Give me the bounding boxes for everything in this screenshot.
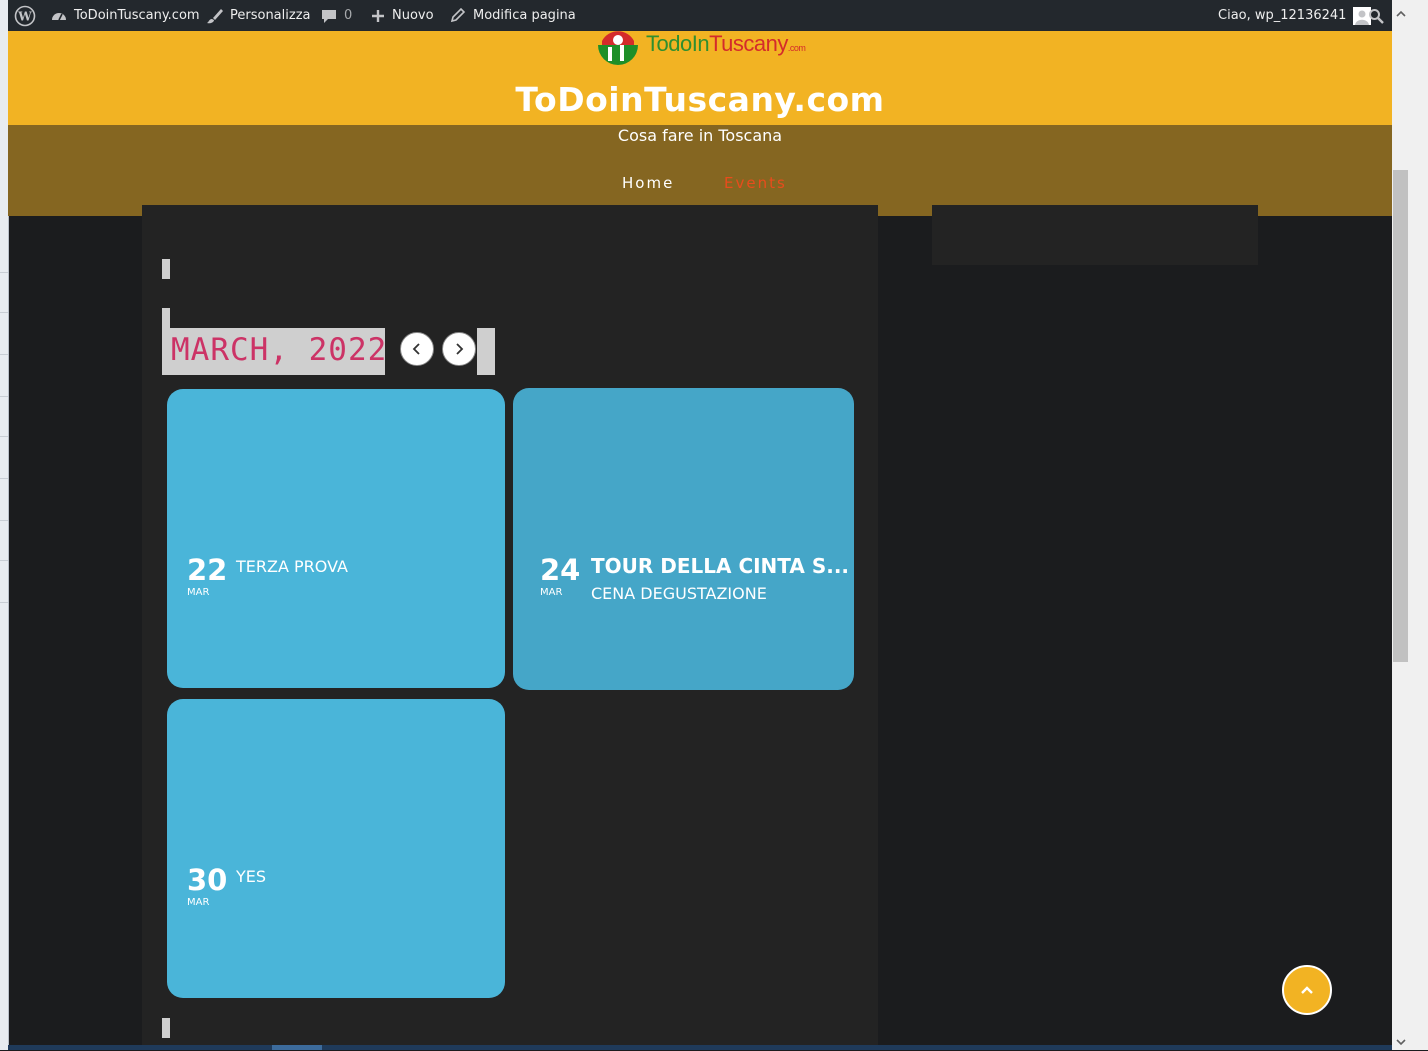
site-name-link[interactable]: ToDoinTuscany.com [50, 0, 200, 31]
logo-text-com: .com [787, 43, 806, 53]
scroll-down-icon[interactable] [1395, 1032, 1407, 1051]
event-title: YES [236, 867, 267, 886]
pencil-icon [450, 7, 466, 22]
customize-link[interactable]: Personalizza [206, 0, 311, 31]
placeholder-block [162, 259, 170, 279]
site-logo[interactable]: TodoInTuscany.com [594, 31, 806, 67]
event-day: 30 [187, 863, 228, 897]
event-subtitle: CENA DEGUSTAZIONE [591, 584, 767, 603]
edit-page-label: Modifica pagina [473, 8, 576, 23]
event-card[interactable]: 30 MAR YES [167, 699, 505, 998]
prev-month-button[interactable] [400, 332, 434, 366]
event-day: 24 [540, 553, 581, 587]
edit-page-link[interactable]: Modifica pagina [449, 0, 576, 31]
placeholder-block [162, 308, 170, 330]
event-month: MAR [540, 587, 563, 598]
search-icon[interactable] [1368, 0, 1384, 31]
svg-text:W: W [17, 9, 32, 23]
sidebar-widget [932, 205, 1258, 265]
site-tagline: Cosa fare in Toscana [617, 126, 783, 145]
calendar-month-label: MARCH, 2022 [171, 332, 388, 368]
new-content-link[interactable]: Nuovo [370, 0, 434, 31]
scroll-up-icon[interactable] [1395, 4, 1407, 23]
event-day: 22 [187, 553, 228, 587]
brush-icon [207, 8, 223, 23]
site-title[interactable]: ToDoinTuscany.com [8, 80, 1392, 119]
event-title: TERZA PROVA [236, 557, 348, 576]
taskbar-edge [8, 1045, 1392, 1050]
event-title: TOUR DELLA CINTA S... [591, 554, 850, 578]
chevron-up-icon [1301, 986, 1313, 994]
placeholder-block [162, 1018, 170, 1038]
new-label: Nuovo [392, 8, 434, 23]
site-name-label: ToDoinTuscany.com [74, 8, 200, 23]
chevron-right-icon [456, 343, 464, 355]
nav-item-events[interactable]: Events [724, 174, 787, 192]
back-to-top-button[interactable] [1282, 965, 1332, 1015]
wordpress-logo-icon[interactable]: W [14, 0, 36, 31]
taskbar-indicator [272, 1045, 322, 1050]
logo-text-tuscany: Tuscany [709, 31, 788, 56]
plus-icon [372, 9, 384, 22]
scrollbar-thumb[interactable] [1393, 170, 1408, 662]
wp-admin-bar: W ToDoinTuscany.com Personalizza 0 Nuovo… [8, 0, 1428, 31]
event-card[interactable]: 24 MAR TOUR DELLA CINTA S... CENA DEGUST… [513, 388, 854, 690]
logo-text-todo: TodoIn [646, 31, 710, 56]
chevron-left-icon [412, 343, 420, 355]
placeholder-block [477, 328, 495, 375]
comments-link[interactable]: 0 [320, 0, 352, 31]
nav-item-home[interactable]: Home [622, 174, 674, 192]
next-month-button[interactable] [442, 332, 476, 366]
event-month: MAR [187, 897, 210, 908]
comments-count: 0 [344, 8, 353, 23]
greeting-label: Ciao, wp_12136241 [1218, 8, 1347, 23]
customize-label: Personalizza [230, 8, 311, 23]
comment-icon [322, 9, 336, 23]
dashboard-icon [52, 12, 66, 20]
event-card[interactable]: 22 MAR TERZA PROVA [167, 389, 505, 688]
event-month: MAR [187, 587, 210, 598]
my-account-link[interactable]: Ciao, wp_12136241 [1218, 0, 1372, 31]
